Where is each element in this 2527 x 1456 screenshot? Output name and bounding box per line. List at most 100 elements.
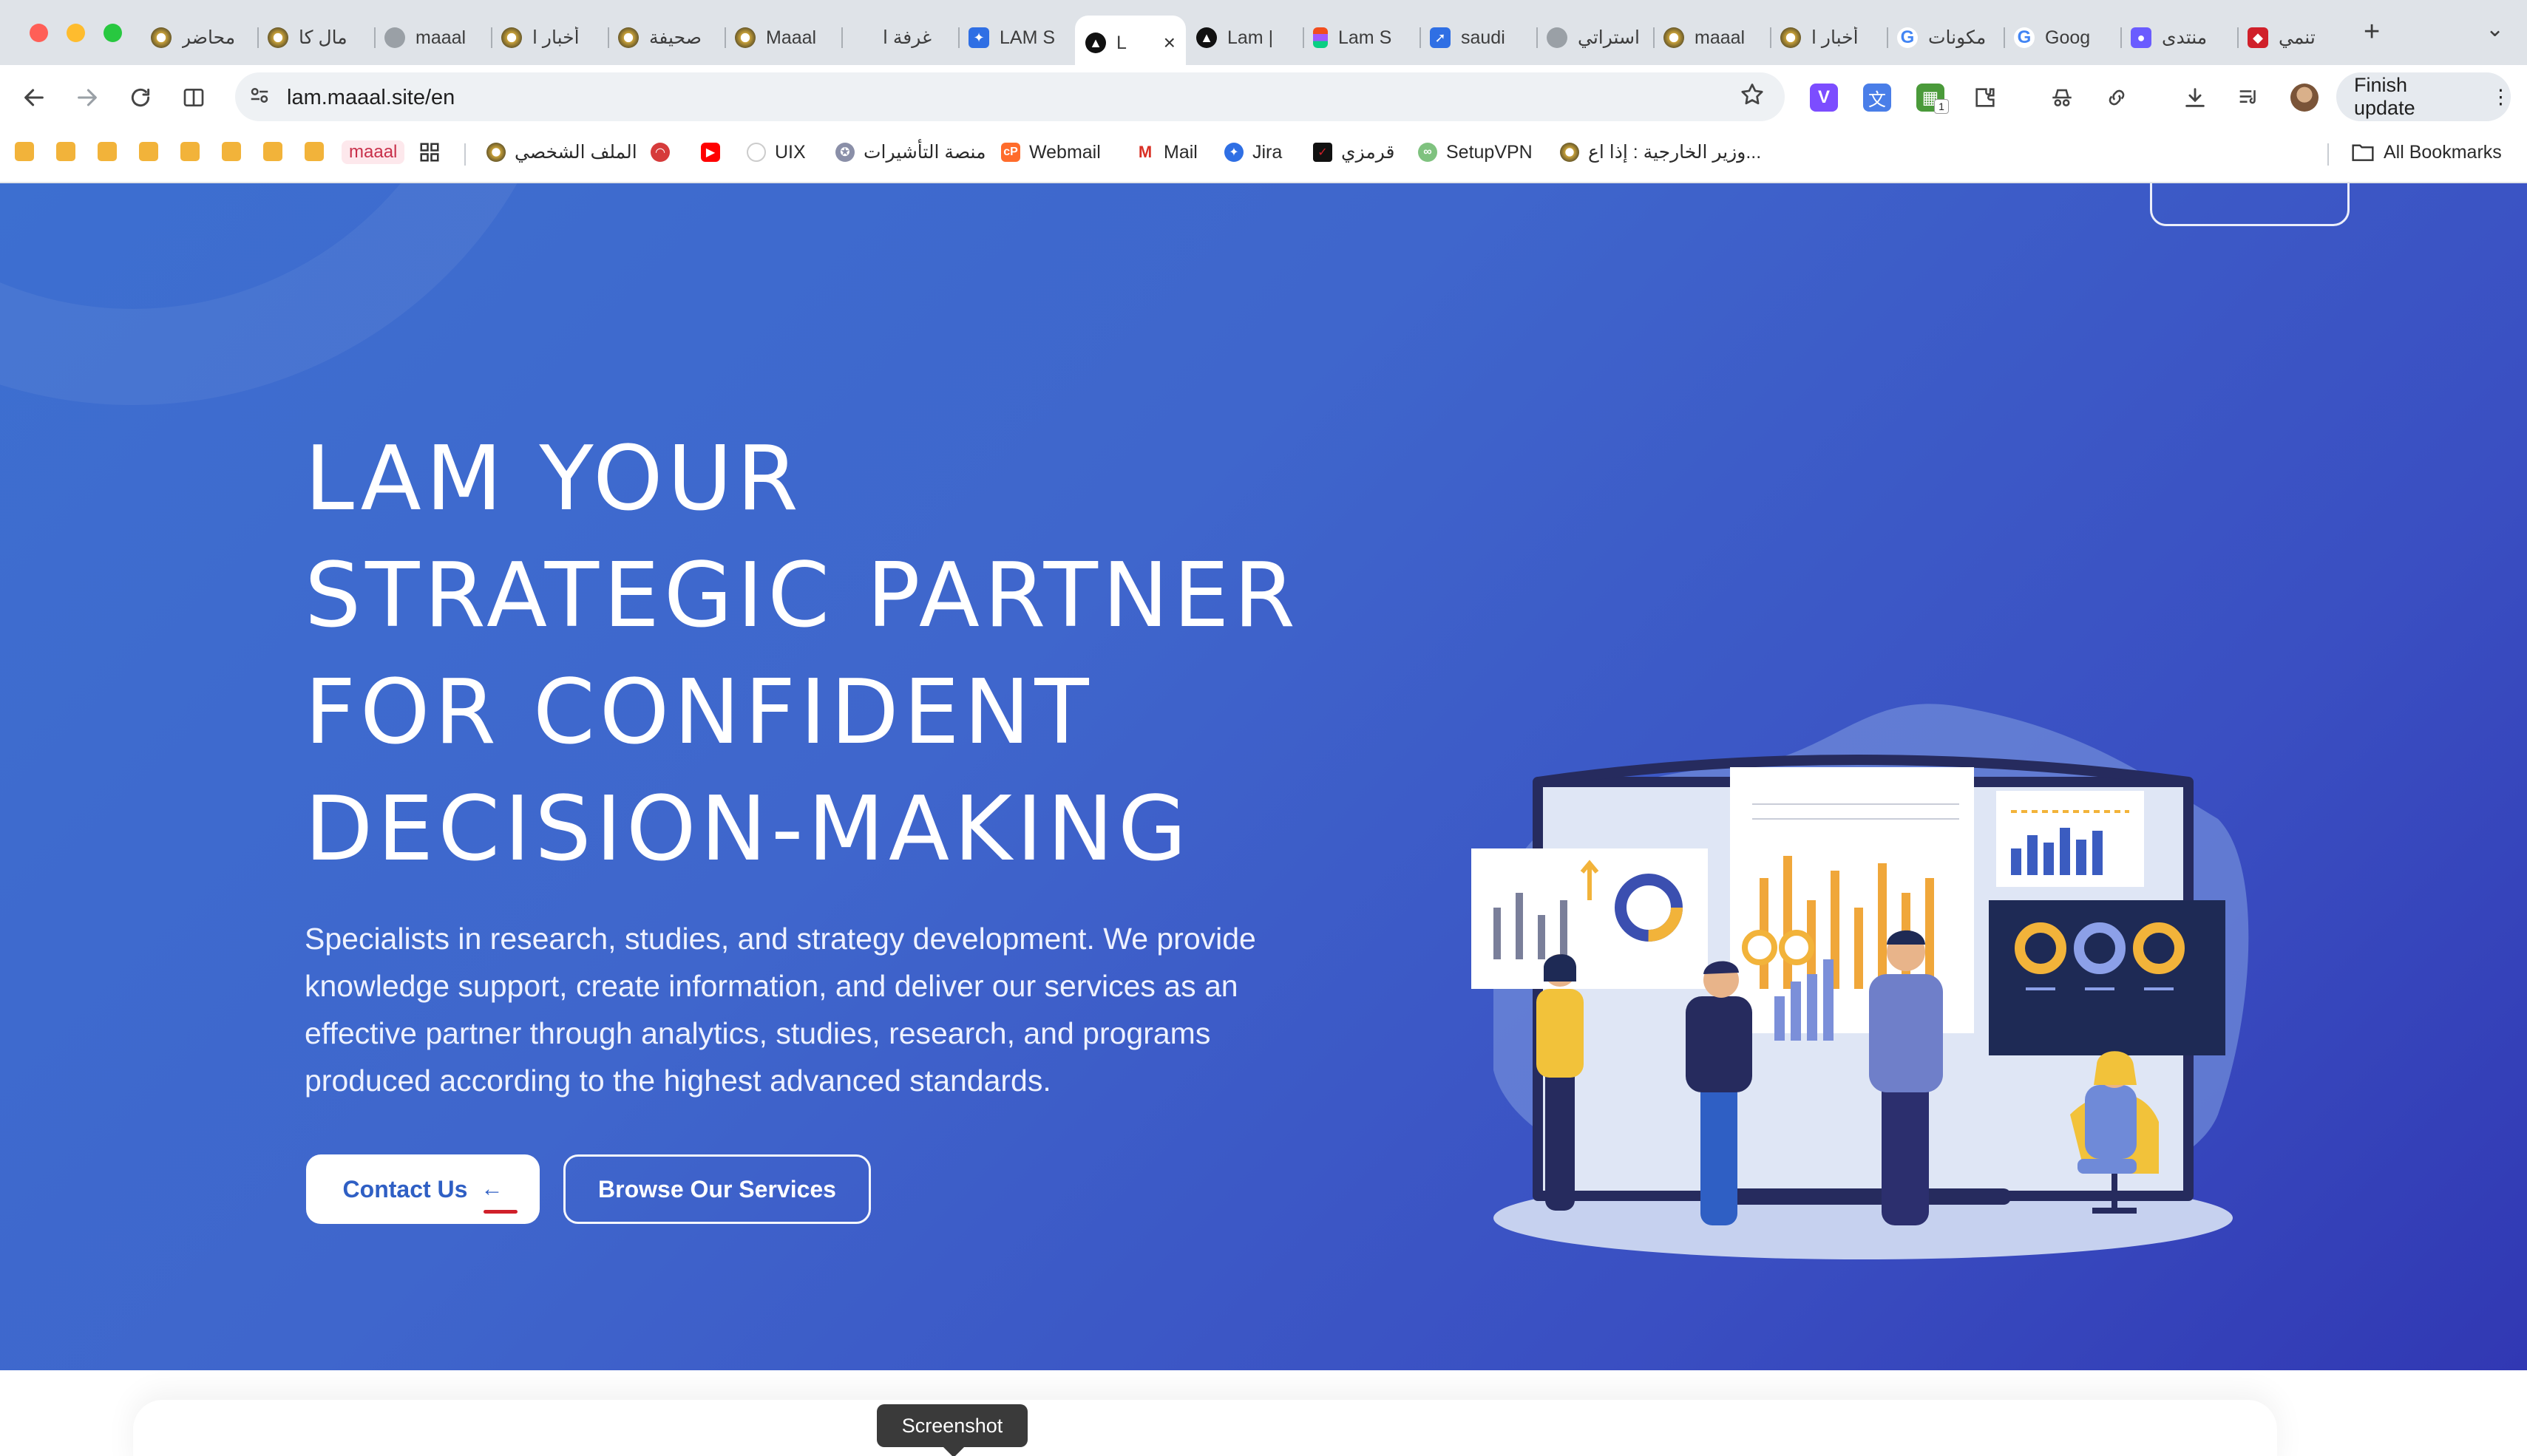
- tab[interactable]: ◆ تنمي: [2237, 16, 2354, 60]
- red-logo-icon: ◆: [2248, 27, 2268, 48]
- bookmark-speed[interactable]: ◠: [651, 139, 670, 166]
- bookmark-folder-icon[interactable]: [56, 142, 75, 161]
- translate-extension-icon[interactable]: 文: [1863, 84, 1891, 112]
- tab-label: مكونات: [1928, 27, 1987, 48]
- bookmark-folder-icon[interactable]: [139, 142, 158, 161]
- header-cta-button-partial[interactable]: [2150, 183, 2350, 226]
- finish-update-button[interactable]: Finish update ⋮: [2336, 72, 2511, 121]
- tab[interactable]: Lam S: [1303, 16, 1419, 60]
- bookmark-label: وزير الخارجية : إذا اع...: [1588, 142, 1762, 163]
- tab-label: Lam |: [1227, 27, 1274, 48]
- hero-title-line: FOR CONFIDENT: [305, 661, 1093, 764]
- maaal-logo-icon: [618, 27, 639, 48]
- forward-button[interactable]: [69, 80, 105, 115]
- bookmark-visa[interactable]: ✪ منصة التأشيرات: [835, 139, 986, 166]
- tab[interactable]: G Goog: [2004, 16, 2120, 60]
- incognito-icon[interactable]: [2048, 84, 2076, 112]
- address-bar[interactable]: lam.maaal.site/en: [235, 72, 1785, 121]
- bookmark-folder-icon[interactable]: [180, 142, 200, 161]
- bookmark-folder-icon[interactable]: [15, 142, 34, 161]
- close-window-button[interactable]: [30, 24, 48, 42]
- emblem-icon: ✪: [835, 143, 855, 162]
- bookmark-star-icon[interactable]: [1739, 81, 1765, 115]
- hero-section: LAM YOUR STRATEGIC PARTNER FOR CONFIDENT…: [0, 183, 2527, 1370]
- tab[interactable]: استراتي: [1536, 16, 1653, 60]
- bookmark-label: الملف الشخصي: [515, 142, 637, 163]
- browse-services-label: Browse Our Services: [598, 1175, 836, 1202]
- maaal-logo-icon: [1560, 143, 1579, 162]
- tab[interactable]: maaal: [1653, 16, 1770, 60]
- tab[interactable]: صحيفة: [608, 16, 725, 60]
- maaal-logo-icon: [151, 27, 172, 48]
- bookmark-foreign-minister[interactable]: وزير الخارجية : إذا اع...: [1560, 139, 1761, 166]
- tab[interactable]: غرفة ا: [841, 16, 958, 60]
- bookmark-uix[interactable]: UIX: [747, 139, 806, 166]
- triangle-icon: ▲: [1085, 33, 1106, 53]
- tab-label: saudi: [1461, 27, 1505, 48]
- v-extension-icon[interactable]: V: [1810, 84, 1838, 112]
- tab-strip: محاضر مال كا maaal أخبار ا صحيفة Maaal غ…: [0, 0, 2527, 70]
- media-controls-icon[interactable]: [2234, 84, 2262, 112]
- bookmark-maaal[interactable]: maaal: [342, 139, 405, 166]
- tab[interactable]: أخبار ا: [1770, 16, 1887, 60]
- tab-label: مال كا: [299, 27, 347, 48]
- bookmark-setupvpn[interactable]: ∞ SetupVPN: [1418, 139, 1533, 166]
- link-icon[interactable]: [2103, 84, 2131, 112]
- zoom-window-button[interactable]: [104, 24, 122, 42]
- site-settings-icon[interactable]: [248, 84, 271, 112]
- profile-avatar[interactable]: [2290, 84, 2319, 112]
- back-button[interactable]: [16, 80, 52, 115]
- bookmark-folder-icon[interactable]: [305, 142, 324, 161]
- url-text[interactable]: lam.maaal.site/en: [287, 86, 455, 110]
- download-icon[interactable]: [2181, 84, 2209, 112]
- google-icon: G: [1897, 27, 1918, 48]
- tab[interactable]: محاضر: [140, 16, 257, 60]
- tab-label: maaal: [415, 27, 467, 48]
- bookmark-folder-icon[interactable]: [98, 142, 117, 161]
- side-panel-button[interactable]: [176, 80, 211, 115]
- all-bookmarks-button[interactable]: All Bookmarks: [2351, 139, 2502, 166]
- tab[interactable]: Maaal: [725, 16, 841, 60]
- tab[interactable]: G مكونات: [1887, 16, 2004, 60]
- bookmark-folder-icon[interactable]: [263, 142, 282, 161]
- bookmark-youtube[interactable]: ▶: [701, 139, 720, 166]
- browse-services-button[interactable]: Browse Our Services: [563, 1154, 871, 1224]
- tab-label: maaal: [1695, 27, 1746, 48]
- hero-title-line: DECISION-MAKING: [305, 778, 1191, 881]
- bookmark-profile[interactable]: الملف الشخصي: [486, 139, 637, 166]
- tab[interactable]: ➚ saudi: [1419, 16, 1536, 60]
- tab-label: منتدى: [2162, 27, 2208, 48]
- bookmark-mail[interactable]: M Mail: [1136, 139, 1198, 166]
- globe-icon: [1547, 27, 1567, 48]
- tab[interactable]: مال كا: [257, 16, 374, 60]
- apps-grid-icon[interactable]: [418, 139, 441, 166]
- new-tab-button[interactable]: +: [2364, 16, 2380, 48]
- bookmark-folder-icon[interactable]: [222, 142, 241, 161]
- next-section: [0, 1370, 2527, 1456]
- qirmizi-icon: ✓: [1313, 143, 1332, 162]
- tab[interactable]: maaal: [374, 16, 491, 60]
- tab[interactable]: أخبار ا: [491, 16, 608, 60]
- bookmark-webmail[interactable]: cP Webmail: [1001, 139, 1101, 166]
- tab-search-button[interactable]: ⌄: [2486, 16, 2504, 42]
- extensions-puzzle-icon[interactable]: [1971, 84, 1999, 112]
- tab[interactable]: ▲ Lam |: [1186, 16, 1303, 60]
- tab[interactable]: ✦ LAM S: [958, 16, 1075, 60]
- bookmark-jira[interactable]: ✦ Jira: [1224, 139, 1282, 166]
- blank-icon: [852, 27, 872, 48]
- hero-title-line: LAM YOUR: [305, 428, 803, 531]
- more-vert-icon: ⋮: [2491, 85, 2511, 108]
- youtube-icon: ▶: [701, 143, 720, 162]
- minimize-window-button[interactable]: [67, 24, 85, 42]
- extension-badge: 1: [1934, 99, 1949, 114]
- reload-button[interactable]: [123, 80, 158, 115]
- bookmark-label: maaal: [342, 140, 405, 164]
- tab-label: Lam S: [1338, 27, 1392, 48]
- contact-us-button[interactable]: Contact Us ←: [306, 1154, 540, 1224]
- tab[interactable]: ● منتدى: [2120, 16, 2237, 60]
- tab-active[interactable]: ▲ L ×: [1075, 16, 1186, 70]
- bookmark-label: Webmail: [1029, 141, 1101, 163]
- close-icon[interactable]: ×: [1164, 31, 1176, 55]
- google-icon: G: [2014, 27, 2035, 48]
- bookmark-qirmizi[interactable]: ✓ قرمزي: [1313, 139, 1395, 166]
